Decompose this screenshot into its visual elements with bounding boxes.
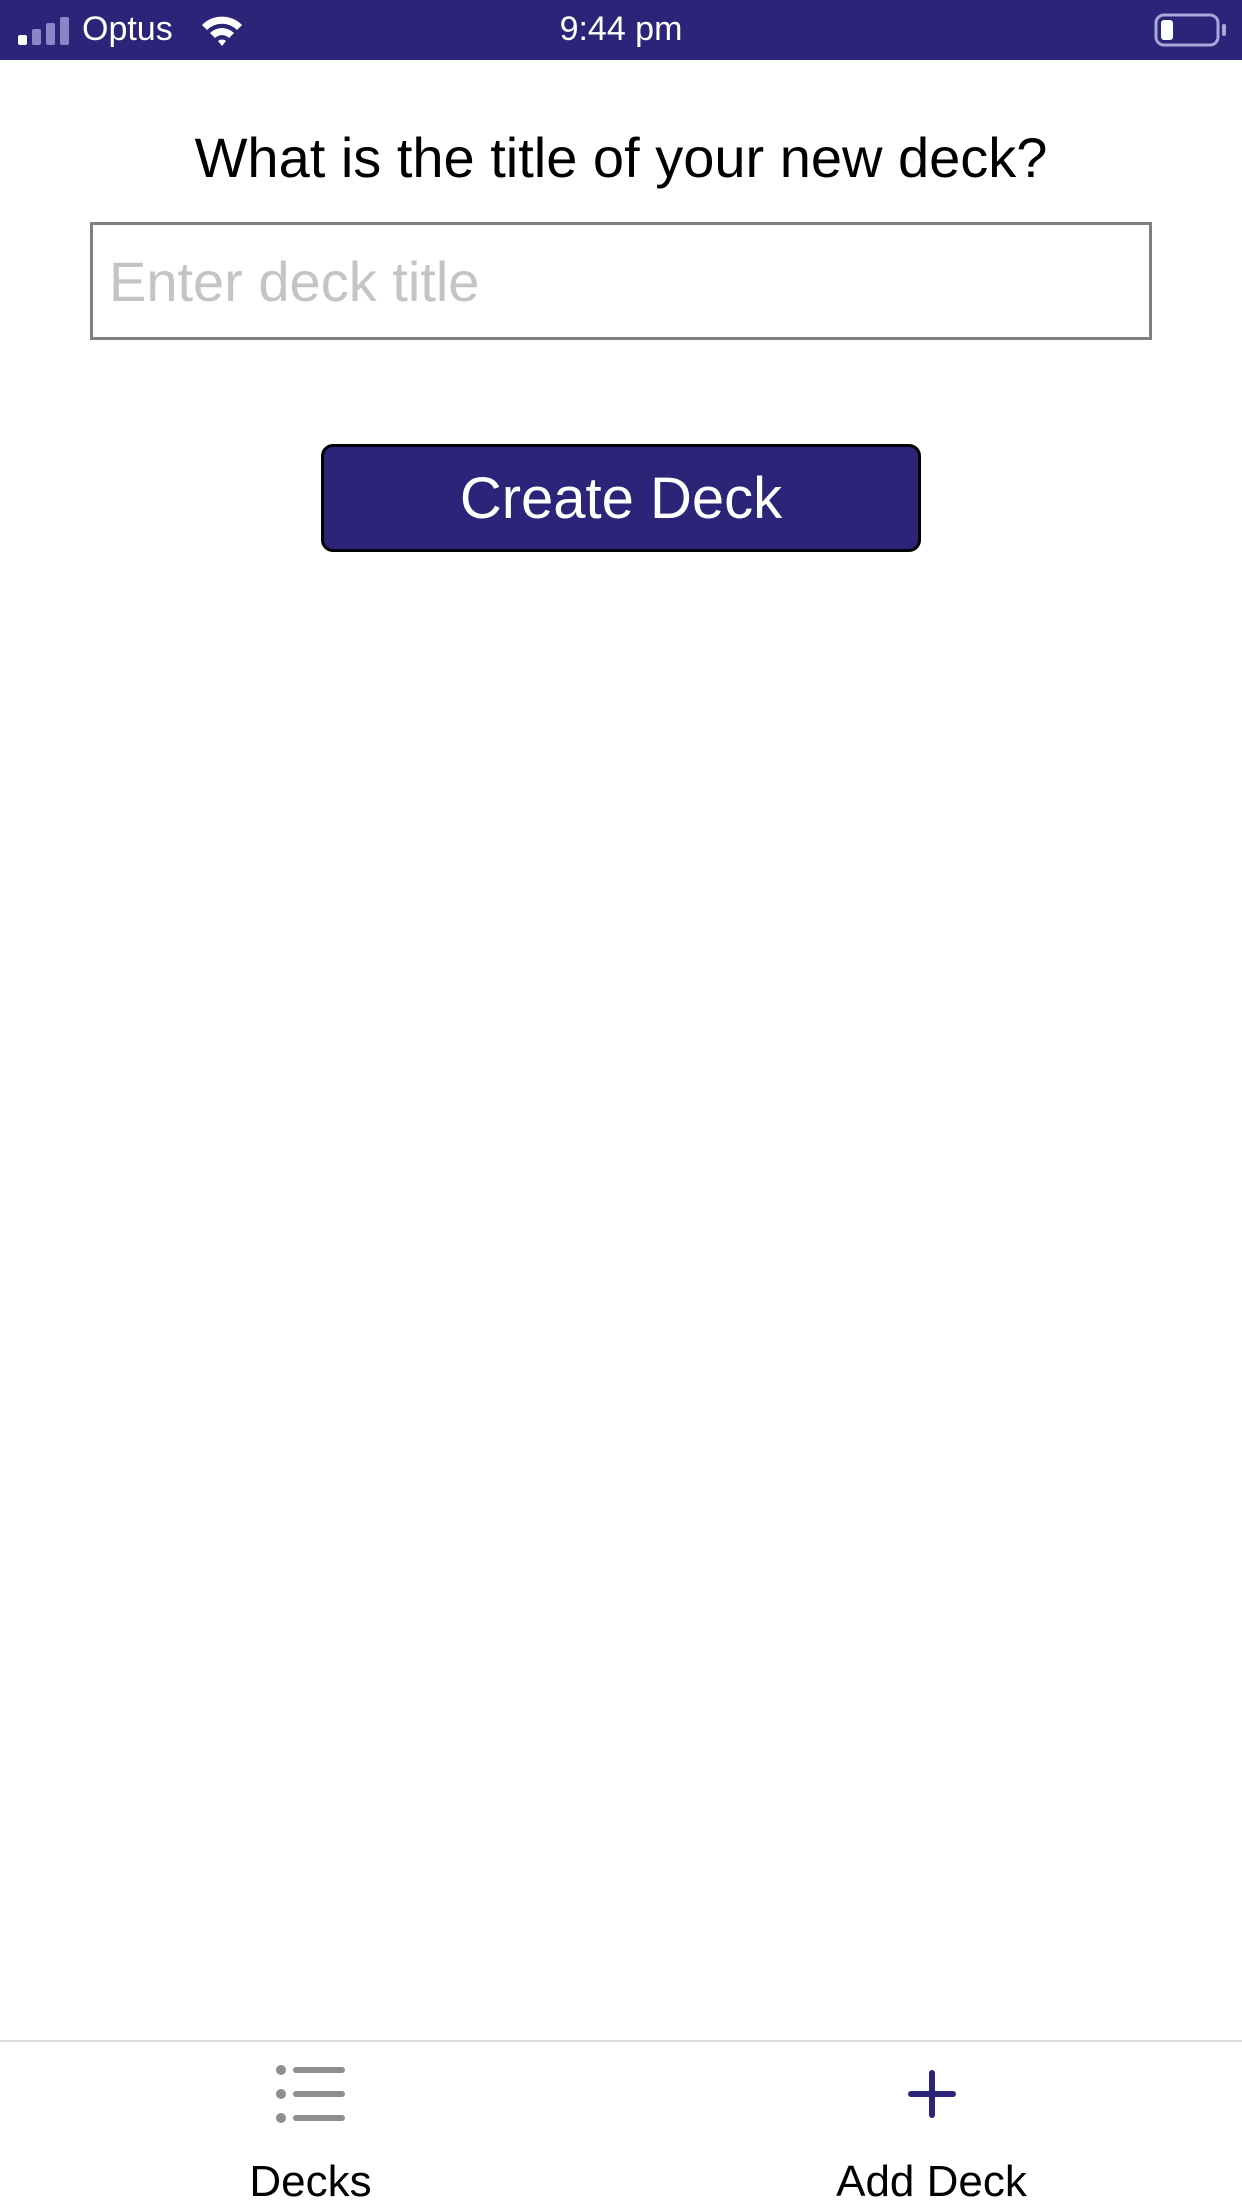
status-time: 9:44 pm [559, 10, 683, 48]
plus-icon [907, 2070, 956, 2118]
tab-decks-label: Decks [249, 2157, 372, 2206]
deck-title-input[interactable] [90, 222, 1152, 340]
tab-add-deck-label: Add Deck [836, 2157, 1027, 2206]
create-deck-button[interactable]: Create Deck [321, 444, 921, 552]
create-deck-button-label: Create Deck [459, 465, 783, 531]
tab-add-deck[interactable]: Add Deck [621, 2042, 1242, 2208]
list-icon [275, 2065, 345, 2123]
tab-decks[interactable]: Decks [0, 2042, 621, 2208]
tab-bar: Decks Add Deck [0, 2040, 1242, 2208]
status-bar: Optus 9:44 pm [0, 0, 1242, 60]
deck-title-prompt: What is the title of your new deck? [194, 126, 1048, 189]
battery-icon [1154, 13, 1226, 47]
